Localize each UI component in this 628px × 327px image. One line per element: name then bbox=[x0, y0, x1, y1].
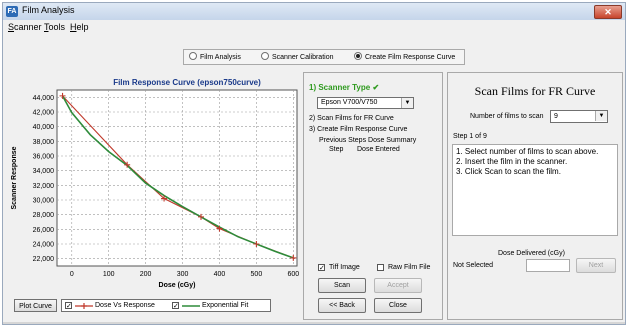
y-tick-label: 38,000 bbox=[33, 139, 55, 146]
title-bar: FA Film Analysis ✕ bbox=[3, 3, 625, 20]
y-tick-label: 22,000 bbox=[33, 256, 55, 263]
dose-response-legend-icon bbox=[75, 303, 93, 309]
app-icon: FA bbox=[6, 6, 18, 17]
y-tick-label: 24,000 bbox=[33, 242, 55, 249]
mode-label: Scanner Calibration bbox=[272, 54, 334, 61]
instruction-line: 3. Click Scan to scan the film. bbox=[456, 167, 561, 176]
dose-delivered-input[interactable] bbox=[526, 259, 570, 272]
x-tick-label: 100 bbox=[103, 271, 115, 278]
instruction-line: 1. Select number of films to scan above. bbox=[456, 147, 599, 156]
chevron-down-icon: ▼ bbox=[595, 111, 607, 121]
chevron-down-icon: ▼ bbox=[401, 98, 413, 108]
legend-exponential-fit-label: Exponential Fit bbox=[202, 302, 249, 309]
scan-films-panel: Scan Films for FR Curve Number of films … bbox=[447, 72, 623, 320]
response-curve-chart: 22,000 24,000 26,000 28,000 30,000 32,000 34,0… bbox=[11, 78, 299, 289]
scan-button[interactable]: Scan bbox=[318, 278, 366, 293]
legend-dose-response-label: Dose Vs Response bbox=[95, 302, 155, 309]
raw-film-file-label: Raw Film File bbox=[388, 264, 431, 271]
y-tick-label: 42,000 bbox=[33, 110, 55, 117]
y-tick-label: 26,000 bbox=[33, 227, 55, 234]
exponential-fit-checkbox[interactable]: ✓ bbox=[172, 302, 179, 310]
accept-button[interactable]: Accept bbox=[374, 278, 422, 293]
column-dose-header: Dose Entered bbox=[357, 146, 400, 153]
radio-icon bbox=[261, 52, 269, 60]
exponential-fit-legend-icon bbox=[182, 305, 200, 307]
tiff-image-label: Tiff Image bbox=[329, 264, 360, 271]
y-tick-label: 34,000 bbox=[33, 168, 55, 175]
column-step-header: Step bbox=[329, 146, 344, 153]
y-tick-label: 28,000 bbox=[33, 212, 55, 219]
y-tick-label: 32,000 bbox=[33, 183, 55, 190]
menu-scanner[interactable]: Scanner bbox=[8, 22, 42, 32]
y-tick-label: 30,000 bbox=[33, 198, 55, 205]
status-strip bbox=[3, 322, 625, 324]
next-button[interactable]: Next bbox=[576, 258, 616, 273]
films-to-scan-value: 9 bbox=[554, 113, 558, 120]
window-title: Film Analysis bbox=[22, 5, 75, 15]
y-tick-label: 40,000 bbox=[33, 124, 55, 131]
instruction-line: 2. Insert the film in the scanner. bbox=[456, 157, 568, 166]
mode-label: Film Analysis bbox=[200, 54, 241, 61]
back-button[interactable]: << Back bbox=[318, 298, 366, 313]
x-tick-label: 0 bbox=[70, 271, 74, 278]
films-to-scan-select[interactable]: 9 ▼ bbox=[550, 110, 608, 123]
step-scanner-type: 1) Scanner Type ✔ bbox=[309, 83, 379, 92]
chart-legend-bar: Plot Curve ✓ Dose Vs Response ✓ Exponent… bbox=[14, 298, 297, 313]
instructions-box: 1. Select number of films to scan above.… bbox=[452, 144, 618, 236]
scanner-type-select[interactable]: Epson V700/V750 ▼ bbox=[317, 97, 414, 109]
scan-films-title: Scan Films for FR Curve bbox=[474, 84, 596, 98]
dose-response-checkbox[interactable]: ✓ bbox=[65, 302, 72, 310]
step-counter: Step 1 of 9 bbox=[453, 133, 487, 140]
mode-film-analysis[interactable]: Film Analysis bbox=[189, 52, 241, 61]
x-axis-label: Dose (cGy) bbox=[159, 282, 196, 289]
menu-tools[interactable]: Tools bbox=[44, 22, 65, 32]
mode-selector: Film Analysis Scanner Calibration Create… bbox=[183, 49, 465, 65]
radio-icon bbox=[189, 52, 197, 60]
y-tick-label: 44,000 bbox=[33, 95, 55, 102]
mode-label: Create Film Response Curve bbox=[365, 54, 456, 61]
close-button[interactable]: Close bbox=[374, 298, 422, 313]
step1-label: 1) Scanner Type bbox=[309, 83, 371, 92]
chart-panel: 22,000 24,000 26,000 28,000 30,000 32,000 34,0… bbox=[7, 72, 301, 320]
x-tick-label: 200 bbox=[140, 271, 152, 278]
menu-help[interactable]: Help bbox=[70, 22, 89, 32]
x-tick-label: 400 bbox=[214, 271, 226, 278]
close-window-button[interactable]: ✕ bbox=[594, 5, 622, 19]
plot-area bbox=[56, 89, 298, 267]
x-tick-label: 600 bbox=[287, 271, 299, 278]
mode-create-film-response-curve[interactable]: Create Film Response Curve bbox=[354, 52, 455, 61]
menu-bar: Scanner Tools Help bbox=[3, 21, 625, 35]
dose-delivered-label: Dose Delivered (cGy) bbox=[498, 250, 565, 257]
step-scan-films: 2) Scan Films for FR Curve bbox=[309, 115, 394, 122]
app-window: FA Film Analysis ✕ Scanner Tools Help Fi… bbox=[2, 2, 626, 325]
not-selected-label: Not Selected bbox=[453, 262, 494, 269]
step-create-curve: 3) Create Film Response Curve bbox=[309, 126, 408, 133]
x-tick-label: 300 bbox=[177, 271, 189, 278]
plot-curve-button[interactable]: Plot Curve bbox=[14, 299, 57, 312]
check-icon: ✔ bbox=[372, 83, 380, 92]
tiff-image-checkbox[interactable]: ✓ bbox=[318, 264, 325, 272]
steps-panel: 1) Scanner Type ✔ Epson V700/V750 ▼ 2) Sc… bbox=[303, 72, 443, 320]
chart-legend: ✓ Dose Vs Response ✓ Exponential Fit bbox=[61, 299, 271, 312]
x-tick-label: 500 bbox=[251, 271, 263, 278]
chart-title: Film Response Curve (epson750curve) bbox=[113, 78, 261, 87]
raw-film-file-checkbox[interactable] bbox=[377, 264, 384, 271]
scanner-type-value: Epson V700/V750 bbox=[321, 99, 378, 106]
y-tick-label: 36,000 bbox=[33, 154, 55, 161]
previous-steps-summary-label: Previous Steps Dose Summary bbox=[319, 137, 417, 144]
mode-scanner-calibration[interactable]: Scanner Calibration bbox=[261, 52, 333, 61]
y-axis-label: Scanner Response bbox=[11, 146, 18, 209]
films-to-scan-label: Number of films to scan bbox=[470, 113, 544, 120]
radio-selected-icon bbox=[354, 52, 362, 60]
